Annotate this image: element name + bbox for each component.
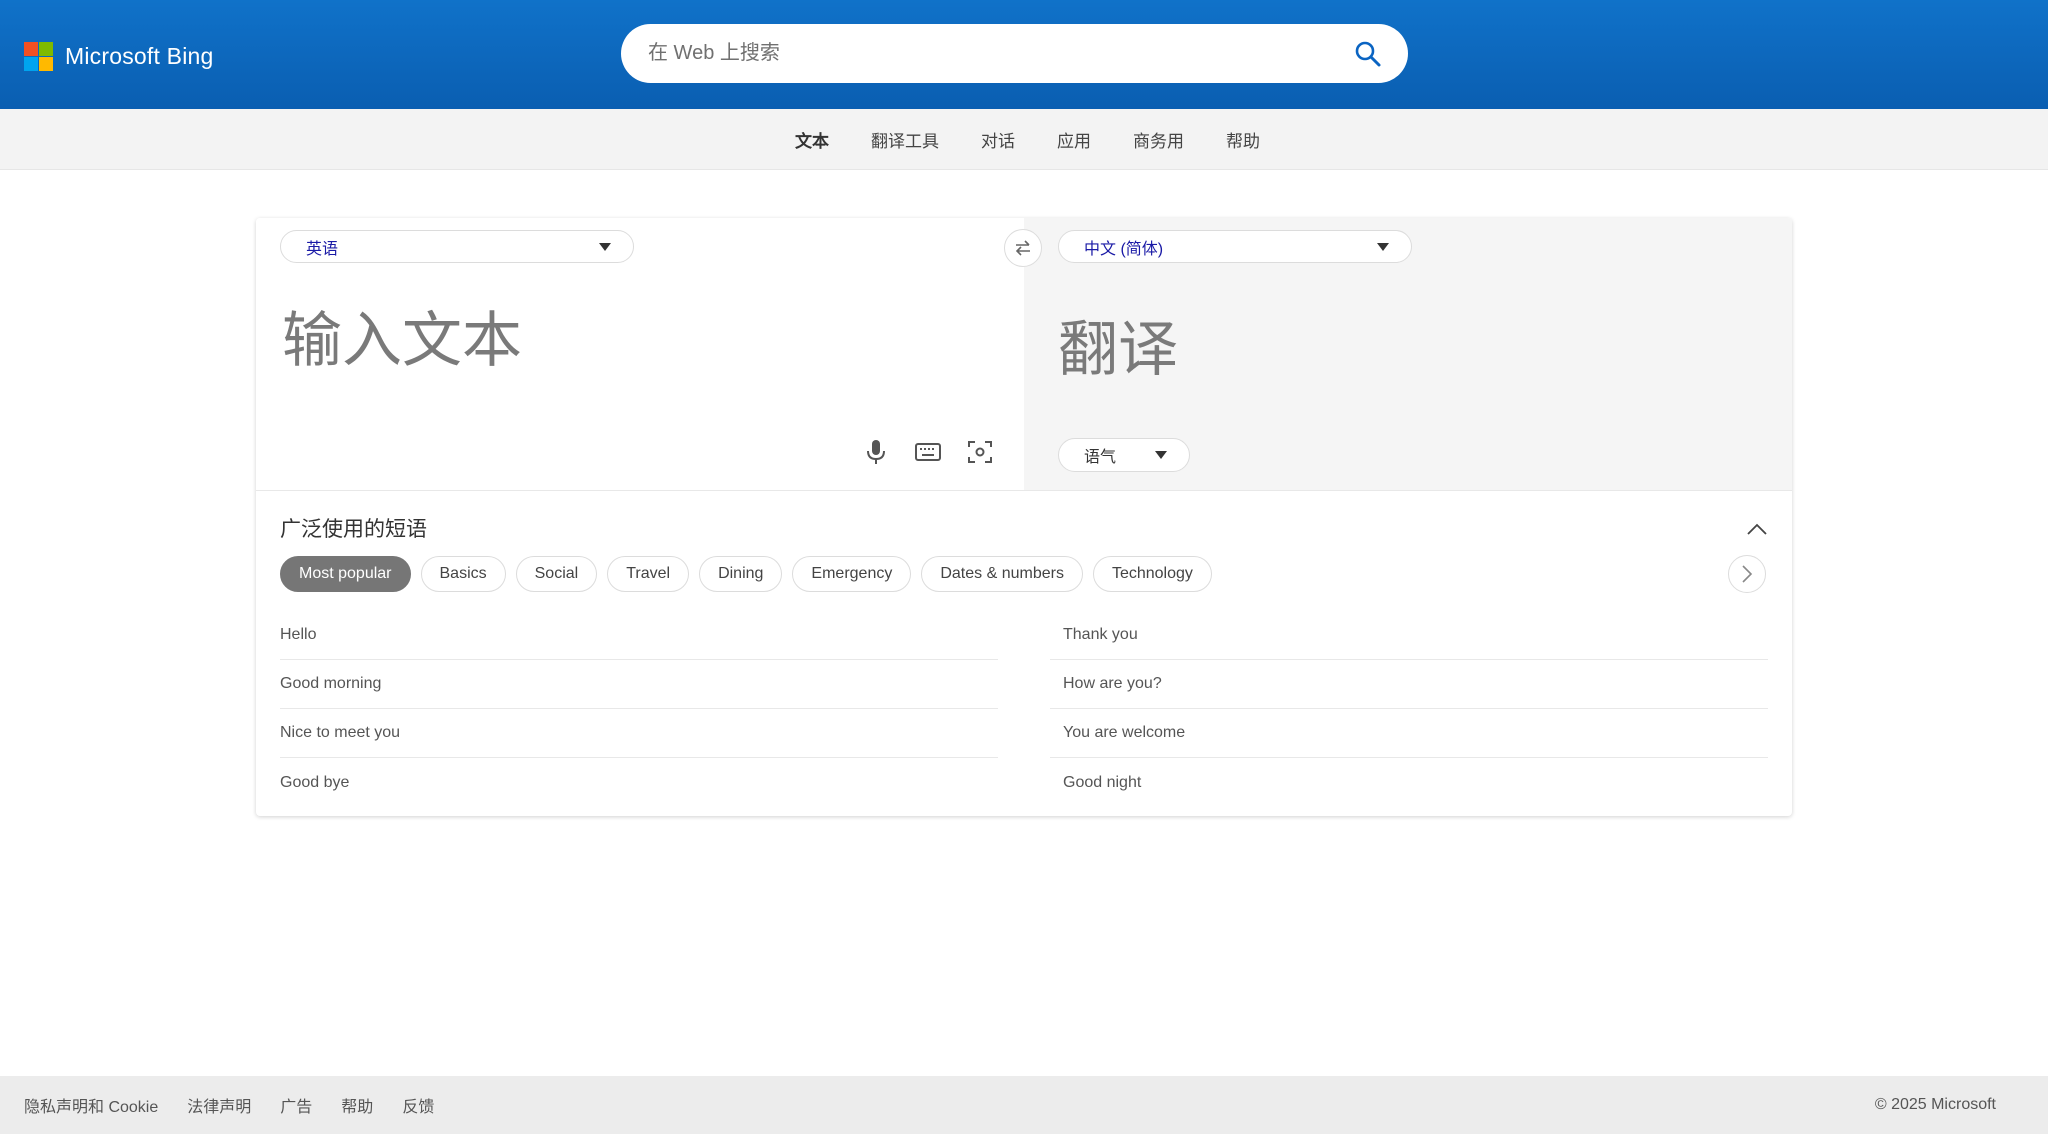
nav-tab-help[interactable]: 帮助 — [1226, 127, 1260, 152]
nav-tab-text[interactable]: 文本 — [795, 127, 829, 152]
nav-tab-business[interactable]: 商务用 — [1133, 127, 1184, 152]
phrase-item[interactable]: Good morning — [280, 660, 998, 709]
chip-dining[interactable]: Dining — [699, 556, 783, 592]
microsoft-logo-icon — [24, 42, 53, 71]
translator-card: 英语 中文 (简体) 翻译 语气 广泛使用的短语 Most popu — [256, 218, 1792, 816]
swap-arrows-icon — [1015, 240, 1030, 256]
phrase-item[interactable]: You are welcome — [1050, 709, 1768, 758]
chip-travel[interactable]: Travel — [607, 556, 690, 592]
source-pane: 英语 — [256, 218, 1024, 490]
logo-square-yellow — [39, 57, 53, 71]
source-text-input[interactable] — [280, 290, 1004, 414]
phrase-item[interactable]: Nice to meet you — [280, 709, 998, 758]
footer-links: 隐私声明和 Cookie 法律声明 广告 帮助 反馈 — [24, 1076, 463, 1134]
target-language-select[interactable]: 中文 (简体) — [1058, 230, 1412, 263]
footer: 隐私声明和 Cookie 法律声明 广告 帮助 反馈 © 2025 Micros… — [0, 1076, 2048, 1134]
bing-logo[interactable]: Microsoft Bing — [24, 42, 214, 71]
chevron-down-icon — [1155, 451, 1167, 459]
header-bar: Microsoft Bing — [0, 0, 2048, 109]
copyright: © 2025 Microsoft — [1874, 1096, 1996, 1113]
search-box — [621, 24, 1408, 83]
phrases-left-column: Hello Good morning Nice to meet you Good… — [280, 611, 998, 807]
chevron-right-icon — [1742, 565, 1753, 583]
phrase-item[interactable]: Good night — [1050, 758, 1768, 807]
phrase-item[interactable]: Thank you — [1050, 611, 1768, 660]
source-language-label: 英语 — [306, 240, 339, 258]
chip-most-popular[interactable]: Most popular — [280, 556, 411, 592]
microphone-icon[interactable] — [860, 436, 892, 468]
footer-link-help[interactable]: 帮助 — [341, 1093, 373, 1117]
tone-select[interactable]: 语气 — [1058, 438, 1190, 472]
camera-scan-icon[interactable] — [964, 436, 996, 468]
search-icon[interactable] — [1353, 39, 1383, 69]
source-language-select[interactable]: 英语 — [280, 230, 634, 263]
logo-square-green — [39, 42, 53, 56]
phrase-item[interactable]: Good bye — [280, 758, 998, 807]
footer-link-privacy[interactable]: 隐私声明和 Cookie — [24, 1093, 158, 1117]
chevron-up-icon[interactable] — [1742, 514, 1772, 544]
chip-social[interactable]: Social — [515, 556, 598, 592]
brand-name: Microsoft Bing — [65, 43, 214, 69]
translation-output: 翻译 — [1058, 315, 1178, 385]
phrases-right-column: Thank you How are you? You are welcome G… — [1050, 611, 1768, 807]
chip-emergency[interactable]: Emergency — [792, 556, 912, 592]
chips-next-button[interactable] — [1728, 555, 1766, 593]
target-pane: 中文 (简体) 翻译 语气 — [1024, 218, 1792, 490]
nav-items: 文本 翻译工具 对话 应用 商务用 帮助 — [795, 109, 1302, 170]
nav-bar: 文本 翻译工具 对话 应用 商务用 帮助 — [0, 109, 2048, 170]
phrase-item[interactable]: Hello — [280, 611, 998, 660]
footer-link-legal[interactable]: 法律声明 — [187, 1093, 251, 1117]
chip-technology[interactable]: Technology — [1092, 556, 1212, 592]
nav-tab-conversation[interactable]: 对话 — [981, 127, 1015, 152]
nav-tab-translator-tools[interactable]: 翻译工具 — [871, 127, 939, 152]
swap-languages-button[interactable] — [1004, 229, 1042, 267]
keyboard-icon[interactable] — [912, 436, 944, 468]
chevron-down-icon — [1377, 242, 1389, 251]
logo-square-red — [24, 42, 38, 56]
tone-label: 语气 — [1084, 449, 1117, 466]
chip-dates-numbers[interactable]: Dates & numbers — [921, 556, 1083, 592]
search-input[interactable] — [646, 41, 1343, 66]
footer-link-feedback[interactable]: 反馈 — [402, 1093, 434, 1117]
chevron-down-icon — [599, 242, 611, 251]
chip-basics[interactable]: Basics — [420, 556, 506, 592]
nav-tab-apps[interactable]: 应用 — [1057, 127, 1091, 152]
phrase-category-chips: Most popular Basics Social Travel Dining… — [280, 556, 1222, 592]
footer-link-ads[interactable]: 广告 — [280, 1093, 312, 1117]
logo-square-blue — [24, 57, 38, 71]
phrases-title: 广泛使用的短语 — [280, 518, 427, 541]
target-language-label: 中文 (简体) — [1084, 240, 1164, 258]
section-divider — [256, 490, 1792, 491]
phrase-item[interactable]: How are you? — [1050, 660, 1768, 709]
